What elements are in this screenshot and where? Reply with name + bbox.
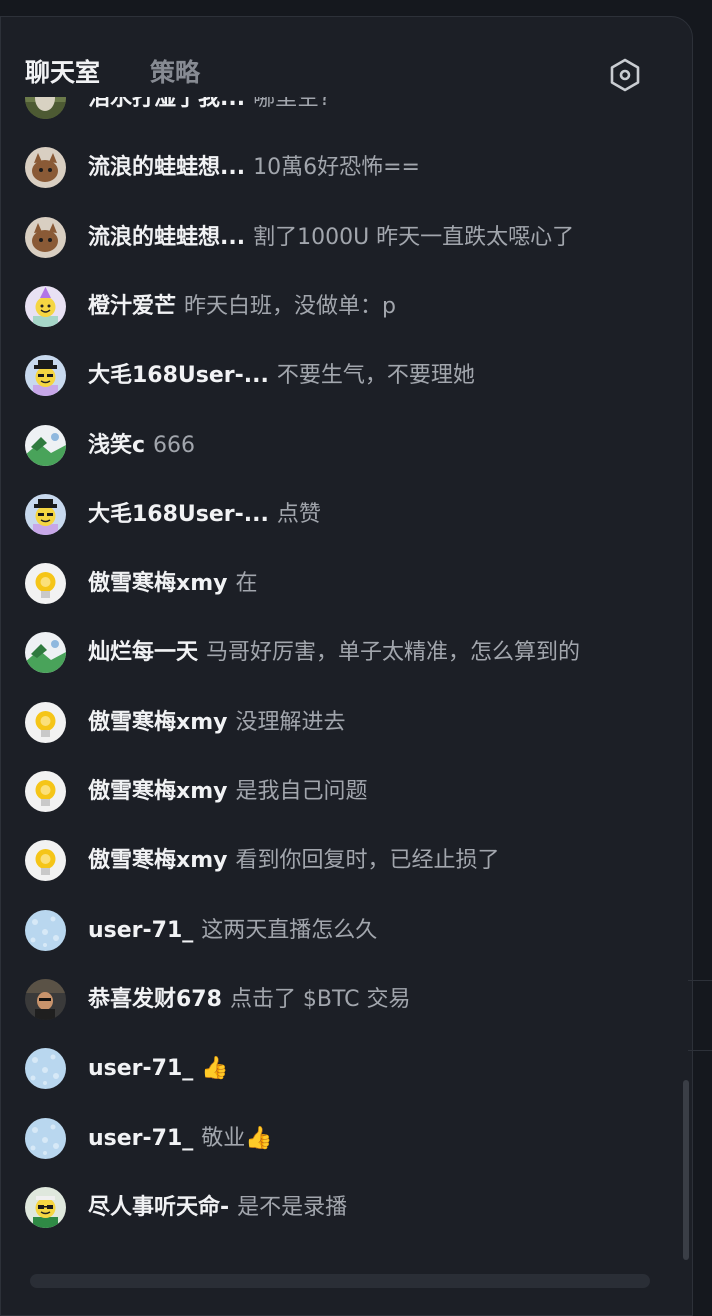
message-line: 尽人事听天命- 是不是录播 — [88, 1189, 347, 1227]
message-line: 橙汁爱芒 昨天白班，没做单：p — [88, 288, 396, 326]
user-avatar[interactable] — [25, 1117, 66, 1159]
message-line: 流浪的蛙蛙想... 10萬6好恐怖== — [88, 149, 420, 187]
message-line: 大毛168User-... 不要生气，不要理她 — [88, 357, 475, 395]
message-line: user-71_ 这两天直播怎么久 — [88, 912, 377, 950]
chat-message: user-71_ 敬业👍 — [1, 1104, 681, 1173]
user-avatar[interactable] — [25, 424, 66, 466]
user-avatar[interactable] — [25, 1048, 66, 1090]
chat-message: 尽人事听天命- 是不是录播 — [1, 1173, 681, 1242]
user-avatar[interactable] — [25, 147, 66, 189]
message-text: 看到你回复时，已经止损了 — [235, 848, 500, 874]
message-text: 点赞 — [276, 501, 321, 527]
user-avatar[interactable] — [25, 909, 66, 951]
message-text: 昨天白班，没做单：p — [184, 293, 396, 319]
user-avatar[interactable] — [25, 840, 66, 882]
message-username[interactable]: user-71_ — [88, 1056, 193, 1081]
user-avatar[interactable] — [25, 216, 66, 258]
chat-message: 流浪的蛙蛙想... 10萬6好恐怖== — [1, 133, 681, 202]
chat-message: 傲雪寒梅xmy 没理解进去 — [1, 688, 681, 757]
chart-gridline — [688, 1050, 712, 1051]
chat-message: 傲雪寒梅xmy 看到你回复时，已经止损了 — [1, 826, 681, 895]
message-username[interactable]: 傲雪寒梅xmy — [88, 571, 227, 596]
message-username[interactable]: 浅笑c — [88, 433, 145, 458]
chat-message-list[interactable]: 泪水打湿了我... 哪里空? 流浪的蛙蛙想... 10萬6好恐怖== 流浪的蛙蛙想...… — [1, 97, 681, 1281]
user-avatar[interactable] — [25, 978, 66, 1020]
message-text: 10萬6好恐怖== — [253, 155, 420, 181]
message-username[interactable]: 傲雪寒梅xmy — [88, 779, 227, 804]
user-avatar[interactable] — [25, 355, 66, 397]
chat-message: 流浪的蛙蛙想... 割了1000U 昨天一直跌太噁心了 — [1, 203, 681, 272]
chat-panel: 聊天室 策略 泪水打湿了我... 哪里空? 流浪的蛙蛙想... 10萬6好恐怖== 流浪… — [0, 16, 693, 1316]
message-username[interactable]: 傲雪寒梅xmy — [88, 710, 227, 735]
message-line: user-71_ 👍 — [88, 1050, 229, 1088]
message-username[interactable]: 橙汁爱芒 — [88, 294, 176, 319]
hexagon-settings-icon[interactable] — [607, 57, 643, 93]
user-avatar[interactable] — [25, 493, 66, 535]
user-avatar[interactable] — [25, 771, 66, 812]
chat-message: 傲雪寒梅xmy 是我自己问题 — [1, 757, 681, 826]
message-text: 马哥好厉害，单子太精准，怎么算到的 — [206, 640, 581, 666]
message-line: 傲雪寒梅xmy 在 — [88, 565, 257, 603]
user-avatar[interactable] — [25, 563, 66, 605]
message-line: 恭喜发财678 点击了 $BTC 交易 — [88, 981, 411, 1019]
tab-strategy[interactable]: 策略 — [150, 53, 200, 93]
message-text: 👍 — [201, 1056, 229, 1082]
message-username[interactable]: 恭喜发财678 — [88, 987, 222, 1012]
message-username[interactable]: 灿烂每一天 — [88, 640, 198, 665]
message-username[interactable]: 大毛168User-... — [88, 363, 269, 388]
chat-message: user-71_ 这两天直播怎么久 — [1, 896, 681, 965]
message-text: 割了1000U 昨天一直跌太噁心了 — [253, 224, 575, 250]
chat-header: 聊天室 策略 — [1, 17, 692, 97]
message-line: 灿烂每一天 马哥好厉害，单子太精准，怎么算到的 — [88, 634, 580, 672]
user-avatar[interactable] — [25, 632, 66, 674]
message-text: 是不是录播 — [237, 1194, 348, 1220]
user-avatar[interactable] — [25, 285, 66, 327]
chat-message: 傲雪寒梅xmy 在 — [1, 549, 681, 618]
message-username[interactable]: 大毛168User-... — [88, 502, 269, 527]
user-avatar[interactable] — [25, 701, 66, 743]
message-username[interactable]: user-71_ — [88, 918, 193, 943]
message-text: 这两天直播怎么久 — [201, 917, 378, 943]
message-line: 傲雪寒梅xmy 是我自己问题 — [88, 773, 367, 811]
tab-chat[interactable]: 聊天室 — [25, 53, 100, 93]
message-line: 流浪的蛙蛙想... 割了1000U 昨天一直跌太噁心了 — [88, 219, 574, 257]
chat-message: 橙汁爱芒 昨天白班，没做单：p — [1, 272, 681, 341]
scrollbar-thumb[interactable] — [683, 1080, 689, 1260]
chat-message: 恭喜发财678 点击了 $BTC 交易 — [1, 965, 681, 1034]
message-line: 傲雪寒梅xmy 没理解进去 — [88, 704, 345, 742]
message-text: 在 — [235, 571, 258, 597]
message-line: 泪水打湿了我... 哪里空? — [88, 97, 331, 118]
message-text: 敬业👍 — [201, 1125, 273, 1151]
message-text: 点击了 $BTC 交易 — [229, 986, 411, 1012]
message-text: 不要生气，不要理她 — [276, 363, 475, 389]
message-line: 傲雪寒梅xmy 看到你回复时，已经止损了 — [88, 842, 499, 880]
message-text: 是我自己问题 — [235, 779, 368, 804]
message-username[interactable]: 傲雪寒梅xmy — [88, 848, 227, 873]
user-avatar[interactable] — [25, 1186, 66, 1228]
chart-gridline — [688, 980, 712, 981]
message-text: 没理解进去 — [235, 709, 346, 735]
message-line: 浅笑c 666 — [88, 427, 195, 465]
message-username[interactable]: user-71_ — [88, 1126, 193, 1151]
message-username[interactable]: 泪水打湿了我... — [88, 97, 245, 111]
chat-message: 灿烂每一天 马哥好厉害，单子太精准，怎么算到的 — [1, 618, 681, 687]
chat-message: 大毛168User-... 不要生气，不要理她 — [1, 341, 681, 410]
message-line: 大毛168User-... 点赞 — [88, 496, 321, 534]
chat-message: 泪水打湿了我... 哪里空? — [1, 97, 681, 133]
message-text: 哪里空? — [253, 97, 331, 111]
message-text: 666 — [153, 432, 196, 458]
user-avatar[interactable] — [25, 97, 66, 119]
message-username[interactable]: 流浪的蛙蛙想... — [88, 225, 245, 250]
message-username[interactable]: 流浪的蛙蛙想... — [88, 155, 245, 180]
message-username[interactable]: 尽人事听天命- — [88, 1195, 229, 1220]
message-line: user-71_ 敬业👍 — [88, 1120, 273, 1158]
input-bar[interactable] — [30, 1274, 650, 1288]
chat-message: 大毛168User-... 点赞 — [1, 480, 681, 549]
chat-message: 浅笑c 666 — [1, 411, 681, 480]
chat-message: user-71_ 👍 — [1, 1034, 681, 1103]
